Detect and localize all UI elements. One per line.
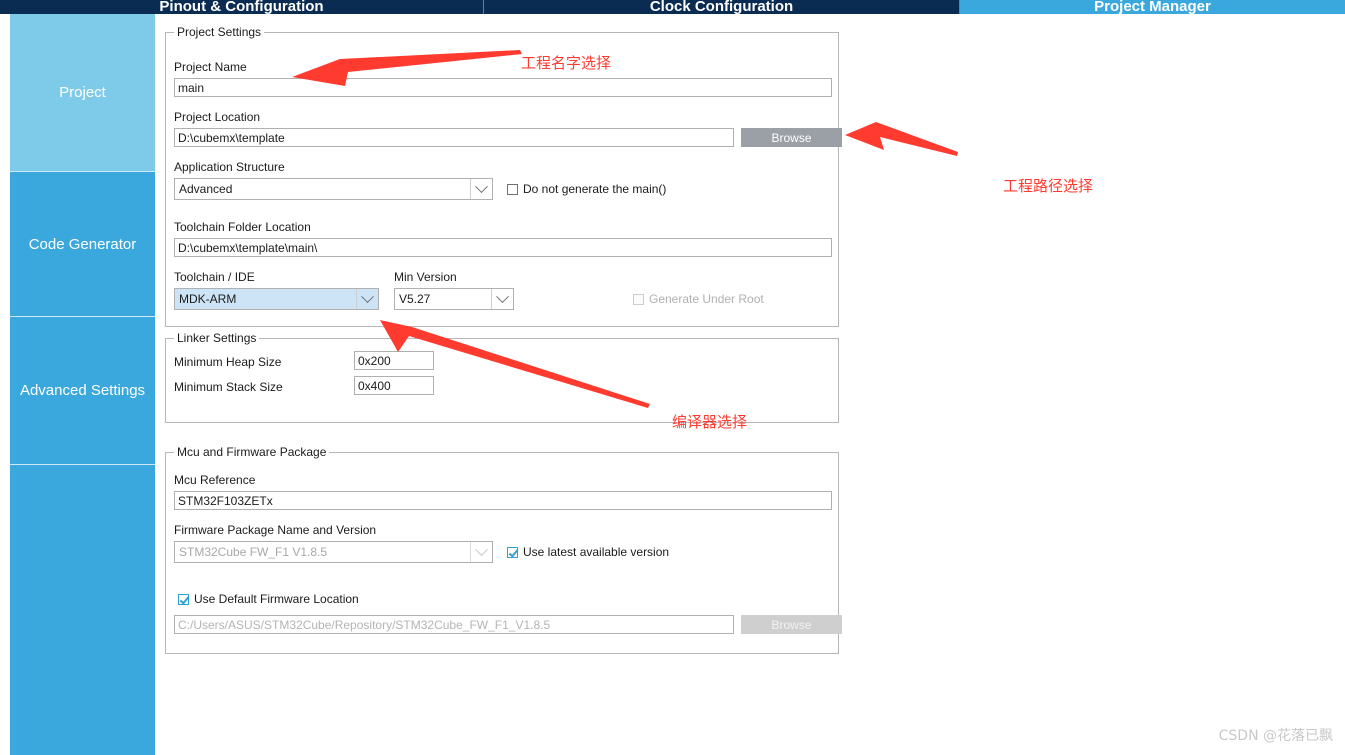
minimum-heap-size-input[interactable] bbox=[354, 351, 434, 370]
annotation-project-name: 工程名字选择 bbox=[521, 54, 612, 72]
firmware-package-value: STM32Cube FW_F1 V1.8.5 bbox=[179, 545, 328, 559]
toolchain-folder-input[interactable] bbox=[174, 238, 832, 257]
project-location-input[interactable] bbox=[174, 128, 734, 147]
checkbox-checked-icon bbox=[507, 546, 518, 558]
application-structure-value: Advanced bbox=[179, 182, 233, 196]
generate-under-root-label: Generate Under Root bbox=[649, 292, 764, 306]
use-default-firmware-location-checkbox[interactable]: Use Default Firmware Location bbox=[178, 592, 359, 606]
annotation-project-location: 工程路径选择 bbox=[1003, 177, 1094, 195]
sidebar-item-label: Code Generator bbox=[28, 235, 137, 253]
project-name-input[interactable] bbox=[174, 78, 832, 97]
do-not-generate-main-checkbox[interactable]: Do not generate the main() bbox=[507, 182, 666, 196]
toolchain-folder-label: Toolchain Folder Location bbox=[174, 220, 311, 234]
chevron-down-icon bbox=[470, 542, 492, 562]
project-name-label: Project Name bbox=[174, 60, 247, 74]
mcu-reference-label: Mcu Reference bbox=[174, 473, 256, 487]
generate-under-root-checkbox: Generate Under Root bbox=[633, 292, 764, 306]
minimum-stack-size-input[interactable] bbox=[354, 376, 434, 395]
project-location-browse-button[interactable]: Browse bbox=[741, 128, 842, 147]
sidebar-item-label: Advanced Settings bbox=[19, 382, 146, 399]
minimum-stack-size-label: Minimum Stack Size bbox=[174, 380, 283, 394]
sidebar-item-code-generator[interactable]: Code Generator bbox=[10, 171, 155, 316]
sidebar-item-label: Project bbox=[59, 84, 106, 101]
firmware-package-label: Firmware Package Name and Version bbox=[174, 523, 377, 537]
firmware-package-select[interactable]: STM32Cube FW_F1 V1.8.5 bbox=[174, 541, 493, 563]
firmware-location-browse-button: Browse bbox=[741, 615, 842, 634]
chevron-down-icon bbox=[470, 179, 492, 199]
use-latest-version-label: Use latest available version bbox=[523, 545, 670, 559]
project-settings-group-title: Project Settings bbox=[174, 25, 265, 39]
min-version-label: Min Version bbox=[394, 270, 457, 284]
toolchain-ide-label: Toolchain / IDE bbox=[174, 270, 255, 284]
mcu-reference-input[interactable] bbox=[174, 491, 832, 510]
linker-settings-group-title: Linker Settings bbox=[174, 331, 260, 345]
do-not-generate-main-label: Do not generate the main() bbox=[523, 182, 667, 196]
application-structure-select[interactable]: Advanced bbox=[174, 178, 493, 200]
tab-project-manager[interactable]: Project Manager bbox=[960, 0, 1345, 14]
checkbox-checked-icon bbox=[178, 593, 189, 605]
checkbox-box-icon bbox=[507, 183, 518, 195]
toolchain-ide-select[interactable]: MDK-ARM bbox=[174, 288, 379, 310]
csdn-watermark: CSDN @花落已飘 bbox=[1218, 728, 1333, 744]
firmware-location-input[interactable] bbox=[174, 615, 734, 634]
use-default-firmware-location-label: Use Default Firmware Location bbox=[194, 592, 359, 606]
sidebar-item-empty bbox=[10, 464, 155, 754]
checkbox-box-icon bbox=[633, 293, 644, 305]
min-version-value: V5.27 bbox=[399, 292, 431, 306]
project-manager-sidebar: Project Code Generator Advanced Settings bbox=[10, 14, 155, 755]
application-structure-label: Application Structure bbox=[174, 160, 285, 174]
mcu-firmware-package-group: Mcu and Firmware Package Mcu Reference F… bbox=[165, 445, 842, 654]
tab-clock-configuration[interactable]: Clock Configuration bbox=[484, 0, 960, 14]
tab-pinout-configuration[interactable]: Pinout & Configuration bbox=[0, 0, 484, 14]
project-settings-group: Project Settings Project Name Project Lo… bbox=[165, 25, 842, 327]
mcu-firmware-group-title: Mcu and Firmware Package bbox=[174, 445, 330, 459]
sidebar-item-advanced-settings[interactable]: Advanced Settings bbox=[10, 316, 155, 464]
chevron-down-icon bbox=[491, 289, 513, 309]
min-version-select[interactable]: V5.27 bbox=[394, 288, 514, 310]
sidebar-item-project[interactable]: Project bbox=[10, 14, 155, 171]
annotation-toolchain: 编译器选择 bbox=[672, 413, 748, 431]
main-tab-bar: Pinout & Configuration Clock Configurati… bbox=[0, 0, 1345, 14]
minimum-heap-size-label: Minimum Heap Size bbox=[174, 355, 282, 369]
chevron-down-icon bbox=[356, 289, 378, 309]
use-latest-version-checkbox[interactable]: Use latest available version bbox=[507, 545, 669, 559]
project-manager-content: Project Settings Project Name Project Lo… bbox=[156, 14, 1345, 755]
project-location-label: Project Location bbox=[174, 110, 261, 124]
toolchain-ide-value: MDK-ARM bbox=[179, 292, 237, 306]
